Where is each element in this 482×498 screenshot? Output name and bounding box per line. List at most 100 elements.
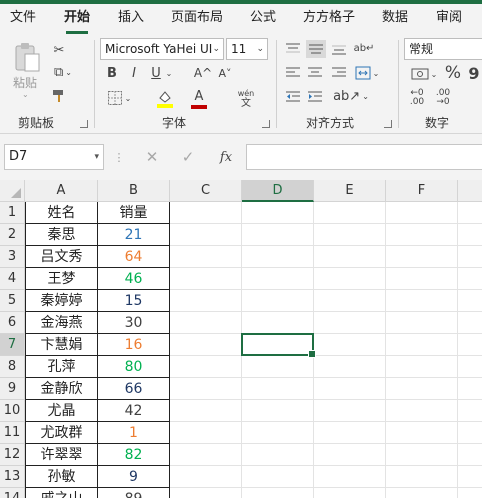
grid-cell[interactable] — [458, 246, 482, 268]
row-header-2[interactable]: 2 — [0, 224, 25, 246]
grid-cell[interactable] — [242, 202, 314, 224]
grid-cell[interactable] — [314, 400, 386, 422]
orientation-icon[interactable]: ab↗ ⌄ — [333, 86, 369, 106]
name-cell[interactable]: 吕文秀 — [25, 246, 98, 268]
grid-cell[interactable] — [242, 422, 314, 444]
grid-cell[interactable] — [386, 334, 458, 356]
grid-cell[interactable] — [458, 334, 482, 356]
grid-cell[interactable] — [386, 224, 458, 246]
grid-cell[interactable] — [386, 312, 458, 334]
grid-cell[interactable] — [458, 466, 482, 488]
name-cell[interactable]: 孔萍 — [25, 356, 98, 378]
grid-cell[interactable] — [314, 224, 386, 246]
tab-insert[interactable]: 插入 — [118, 4, 144, 34]
grid-cell[interactable] — [314, 444, 386, 466]
grid-cell[interactable] — [170, 334, 242, 356]
grid-cell[interactable] — [386, 466, 458, 488]
grid-cell[interactable] — [458, 312, 482, 334]
increase-decimal-icon[interactable]: ←0.00 — [406, 88, 428, 108]
sales-cell[interactable]: 16 — [98, 334, 170, 356]
tab-home[interactable]: 开始 — [64, 4, 90, 34]
grid-cell[interactable] — [170, 466, 242, 488]
grid-cell[interactable] — [458, 488, 482, 498]
sales-cell[interactable]: 66 — [98, 378, 170, 400]
decrease-indent-icon[interactable] — [284, 88, 302, 106]
formula-bar-grip-icon[interactable]: ⋮ — [114, 148, 125, 166]
grid-cell[interactable] — [458, 400, 482, 422]
percent-style-button[interactable]: % — [444, 62, 462, 84]
format-painter-icon[interactable] — [48, 86, 70, 106]
grid-cell[interactable] — [458, 202, 482, 224]
grid-cell[interactable] — [242, 246, 314, 268]
row-header-10[interactable]: 10 — [0, 400, 25, 422]
align-center-icon[interactable] — [306, 64, 324, 82]
sales-cell[interactable]: 42 — [98, 400, 170, 422]
grow-font-button[interactable]: A^ — [194, 64, 212, 82]
name-cell[interactable]: 尤政群 — [25, 422, 98, 444]
align-left-icon[interactable] — [284, 64, 302, 82]
tab-fangfang-gezi[interactable]: 方方格子 — [303, 4, 355, 34]
grid-cell[interactable] — [242, 400, 314, 422]
grid-cell[interactable] — [242, 290, 314, 312]
grid-cell[interactable] — [170, 224, 242, 246]
grid-cell[interactable] — [170, 246, 242, 268]
row-header-9[interactable]: 9 — [0, 378, 25, 400]
grid-cell[interactable] — [170, 356, 242, 378]
grid-cell[interactable] — [314, 422, 386, 444]
grid-cell[interactable] — [386, 444, 458, 466]
row-header-3[interactable]: 3 — [0, 246, 25, 268]
grid-cell[interactable] — [314, 488, 386, 498]
row-header-6[interactable]: 6 — [0, 312, 25, 334]
grid-cell[interactable] — [242, 488, 314, 498]
sales-cell[interactable]: 21 — [98, 224, 170, 246]
row-header-8[interactable]: 8 — [0, 356, 25, 378]
phonetic-guide-icon[interactable]: wén 文 — [230, 86, 262, 112]
select-all-button[interactable] — [0, 180, 25, 202]
grid-cell[interactable] — [170, 202, 242, 224]
grid-cell[interactable] — [314, 356, 386, 378]
align-bottom-icon[interactable] — [330, 40, 348, 58]
row-header-1[interactable]: 1 — [0, 202, 25, 224]
grid-cell[interactable] — [458, 268, 482, 290]
grid-cell[interactable] — [314, 246, 386, 268]
sales-cell[interactable]: 89 — [98, 488, 170, 498]
name-cell[interactable]: 金静欣 — [25, 378, 98, 400]
header-cell-name[interactable]: 姓名 — [25, 202, 98, 224]
sales-cell[interactable]: 30 — [98, 312, 170, 334]
grid-cell[interactable] — [386, 290, 458, 312]
grid-cell[interactable] — [458, 422, 482, 444]
grid-cell[interactable] — [458, 378, 482, 400]
grid-cell[interactable] — [242, 378, 314, 400]
grid-cell[interactable] — [242, 312, 314, 334]
enter-check-icon[interactable]: ✓ — [178, 148, 198, 166]
row-header-11[interactable]: 11 — [0, 422, 25, 444]
row-header-12[interactable]: 12 — [0, 444, 25, 466]
grid-cell[interactable] — [314, 202, 386, 224]
column-header-e[interactable]: E — [314, 180, 386, 202]
fill-color-icon[interactable] — [148, 88, 182, 110]
grid-cell[interactable] — [386, 488, 458, 498]
grid-cell[interactable] — [458, 444, 482, 466]
borders-icon[interactable]: ⌄ — [104, 88, 134, 108]
name-cell[interactable]: 秦婷婷 — [25, 290, 98, 312]
name-cell[interactable]: 戚之山 — [25, 488, 98, 498]
grid-cell[interactable] — [314, 378, 386, 400]
row-header-7[interactable]: 7 — [0, 334, 25, 356]
name-cell[interactable]: 秦思 — [25, 224, 98, 246]
increase-indent-icon[interactable] — [306, 88, 324, 106]
tab-review[interactable]: 审阅 — [436, 4, 462, 34]
align-middle-icon[interactable] — [306, 40, 326, 58]
cancel-icon[interactable]: ✕ — [142, 148, 162, 166]
alignment-launcher-icon[interactable] — [384, 120, 392, 128]
grid-cell[interactable] — [170, 444, 242, 466]
font-name-select[interactable]: Microsoft YaHei UI ⌄ — [100, 38, 224, 60]
grid-cell[interactable] — [386, 202, 458, 224]
font-launcher-icon[interactable] — [262, 120, 270, 128]
name-cell[interactable]: 尤晶 — [25, 400, 98, 422]
clipboard-launcher-icon[interactable] — [80, 120, 88, 128]
tab-page-layout[interactable]: 页面布局 — [171, 4, 223, 34]
row-header-4[interactable]: 4 — [0, 268, 25, 290]
column-header-a[interactable]: A — [25, 180, 98, 202]
align-top-icon[interactable] — [284, 40, 302, 58]
name-cell[interactable]: 金海燕 — [25, 312, 98, 334]
